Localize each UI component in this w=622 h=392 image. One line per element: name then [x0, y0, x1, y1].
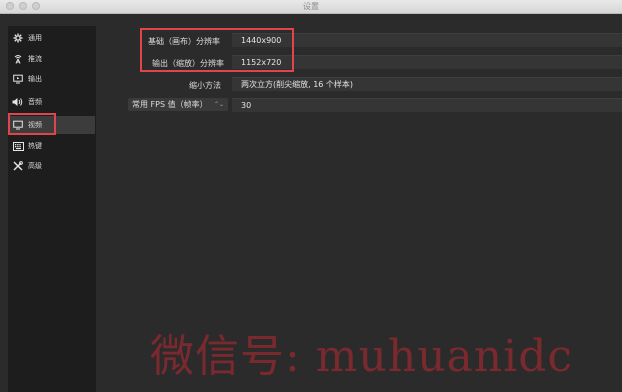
sidebar-item-video[interactable]: 视频 [9, 116, 95, 134]
downscale-filter-select[interactable]: 两次立方(削尖缩放, 16 个样本) [232, 77, 622, 91]
base-resolution-field[interactable]: 1440x900 [232, 33, 622, 47]
sidebar-item-label: 音频 [28, 98, 42, 106]
sidebar-item-label: 输出 [28, 75, 42, 83]
chevron-updown-icon: ⌃⌄ [213, 101, 224, 108]
sidebar-item-general[interactable]: 通用 [9, 29, 95, 47]
base-resolution-label: 基础（画布）分辨率 [148, 37, 220, 46]
sidebar-item-label: 通用 [28, 34, 42, 42]
sidebar-item-label: 推流 [28, 55, 42, 63]
tools-icon [12, 160, 24, 172]
fps-mode-select[interactable]: 常用 FPS 值（帧率） ⌃⌄ [128, 98, 228, 111]
fps-mode-label: 常用 FPS 值（帧率） [132, 100, 208, 109]
downscale-filter-label: 缩小方法 [189, 81, 221, 90]
fps-value-select[interactable]: 30 [232, 98, 622, 112]
output-icon [12, 73, 24, 85]
sidebar-item-output[interactable]: 输出 [9, 70, 95, 88]
watermark-text: 微信号: muhuanidc [150, 331, 573, 382]
sidebar-item-label: 热键 [28, 142, 42, 150]
broadcast-icon [12, 53, 24, 65]
window-title: 设置 [303, 2, 319, 11]
settings-sidebar: 通用 推流 输出 音频 视频 热键 高级 [8, 26, 96, 392]
sidebar-item-advanced[interactable]: 高级 [9, 157, 95, 175]
keyboard-icon [12, 140, 24, 152]
sidebar-item-stream[interactable]: 推流 [9, 50, 95, 68]
sidebar-item-label: 视频 [28, 121, 42, 129]
sidebar-item-label: 高级 [28, 162, 42, 170]
output-resolution-field[interactable]: 1152x720 [232, 55, 622, 69]
output-resolution-label: 输出（缩放）分辨率 [152, 59, 224, 68]
sidebar-item-audio[interactable]: 音频 [9, 93, 95, 111]
window-titlebar: 设置 [0, 0, 622, 14]
monitor-icon [12, 119, 24, 131]
speaker-icon [12, 96, 24, 108]
gear-icon [12, 32, 24, 44]
sidebar-item-hotkeys[interactable]: 热键 [9, 137, 95, 155]
